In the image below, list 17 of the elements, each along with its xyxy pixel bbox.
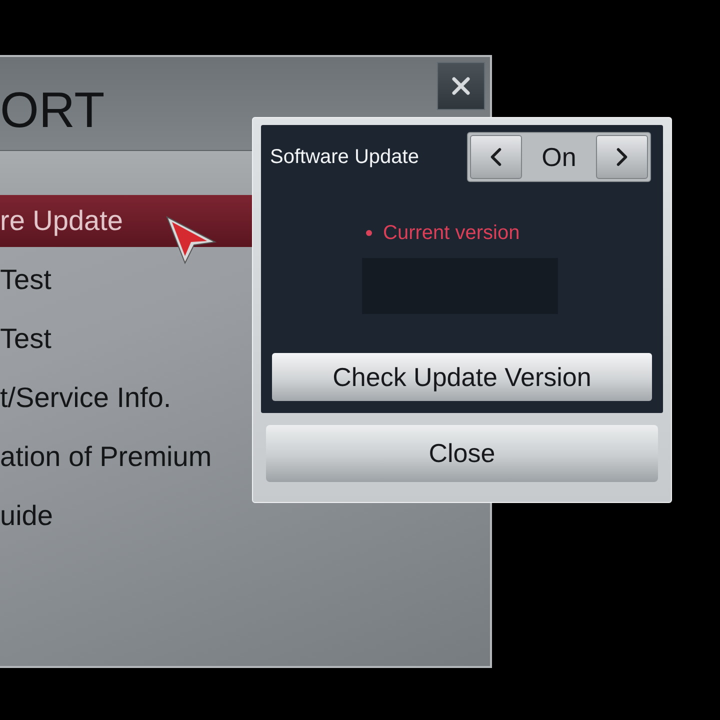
menu-item[interactable]: t/Service Info. (0, 372, 252, 424)
previous-button[interactable] (470, 135, 522, 179)
menu-item[interactable]: Test (0, 313, 252, 365)
menu-item[interactable]: Test (0, 254, 252, 306)
panel-title: ORT (0, 85, 105, 135)
close-button[interactable] (437, 62, 485, 110)
menu-item[interactable]: uide (0, 490, 252, 542)
next-button[interactable] (596, 135, 648, 179)
close-dialog-button[interactable]: Close (266, 425, 658, 482)
menu-item[interactable]: re Update (0, 195, 252, 247)
current-version-label: Current version (383, 221, 520, 246)
pointer-cursor-icon (164, 214, 218, 266)
menu-item[interactable]: ation of Premium (0, 431, 252, 483)
bullet-icon (366, 230, 372, 236)
setting-label: Software Update (270, 145, 419, 170)
option-value: On (540, 140, 578, 174)
check-update-button[interactable]: Check Update Version (272, 353, 652, 401)
